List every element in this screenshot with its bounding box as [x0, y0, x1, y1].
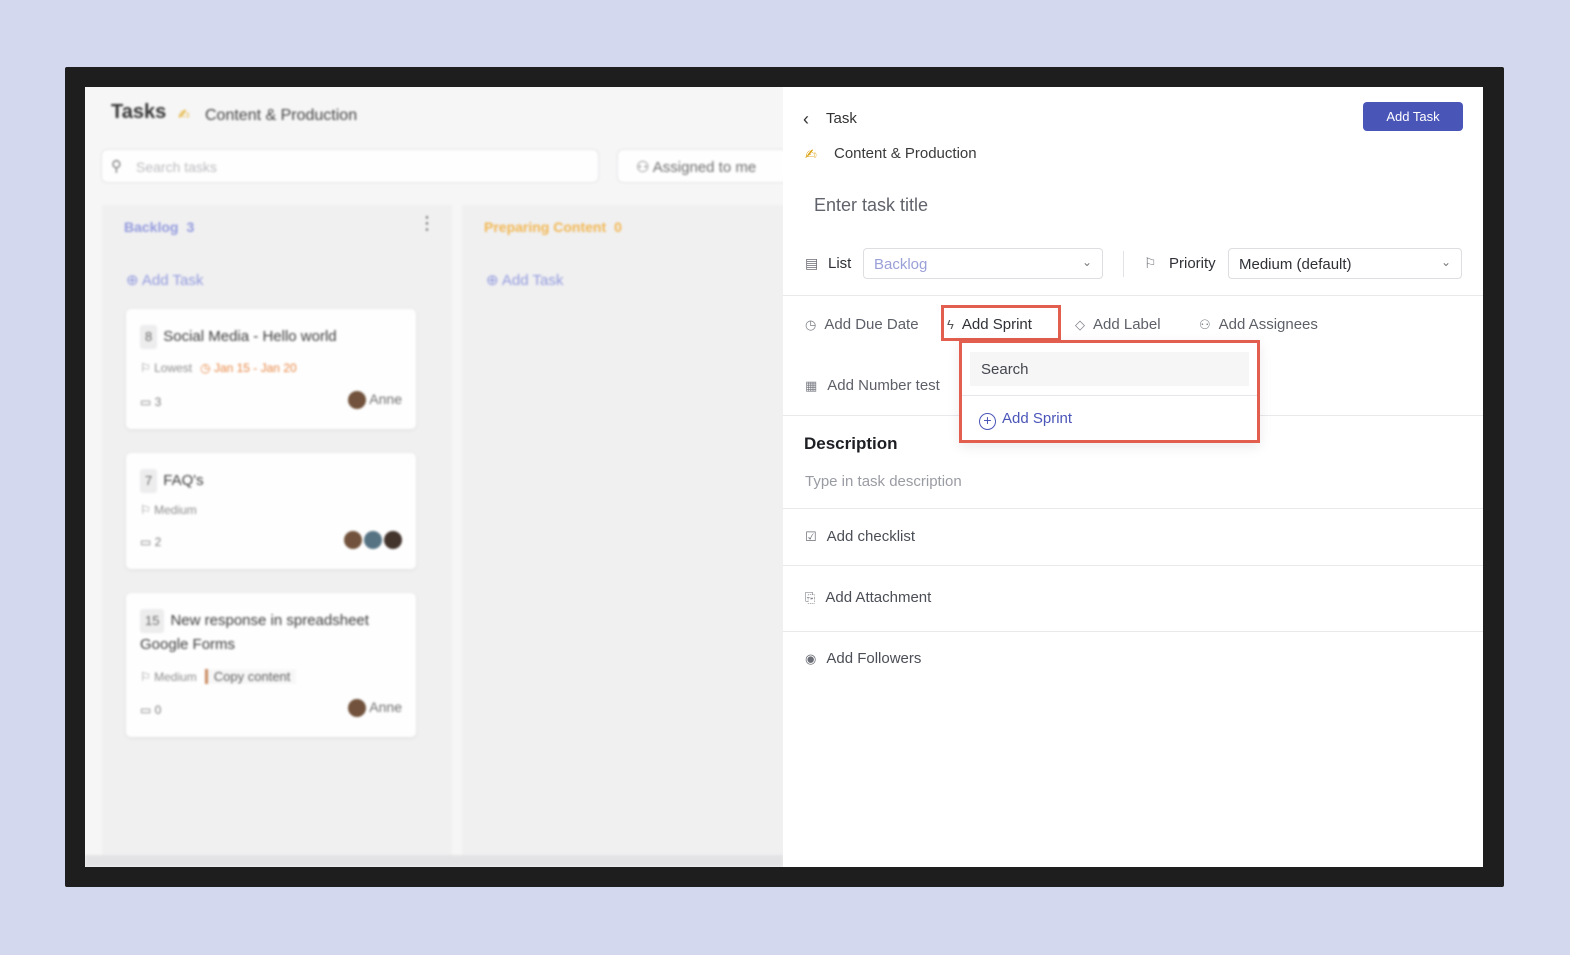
divider: [783, 295, 1483, 296]
user-icon: ⚇: [636, 159, 653, 176]
priority-select[interactable]: Medium (default) ⌄: [1228, 248, 1462, 279]
column-backlog: Backlog 3 ⋮ ⊕ Add Task 8 Social Media - He…: [102, 205, 452, 865]
avatar: [364, 531, 382, 550]
calculator-icon: ▦: [805, 378, 818, 393]
eye-icon: ◉: [805, 651, 817, 666]
avatar: [348, 699, 367, 718]
list-icon: ▤: [805, 255, 819, 271]
avatar: [384, 531, 402, 550]
column-count: 3: [186, 219, 195, 235]
board-title: Tasks: [111, 101, 167, 123]
card-title: 15 New response in spreadsheet Google For…: [140, 609, 402, 657]
add-assignees-button[interactable]: ⚇ Add Assignees: [1199, 316, 1318, 333]
sprint-dropdown: +Add Sprint: [959, 340, 1260, 443]
chevron-down-icon: ⌄: [1081, 255, 1092, 269]
flag-icon: ⚐: [1144, 255, 1157, 271]
user-icon: ⚇: [1199, 317, 1211, 332]
column-menu-icon[interactable]: ⋮: [418, 213, 436, 234]
list-select[interactable]: Backlog ⌄: [863, 248, 1103, 279]
board-search-placeholder: Search tasks: [136, 159, 217, 175]
project-emoji-icon: ✍: [178, 106, 190, 122]
project-name: Content & Production: [834, 145, 977, 162]
divider: [783, 508, 1483, 509]
add-attachment-button[interactable]: ⎘ Add Attachment: [805, 589, 931, 606]
card-meta: ⚐ Medium: [140, 503, 197, 517]
add-due-date-button[interactable]: ◷ Add Due Date: [805, 316, 919, 333]
divider: [783, 565, 1483, 566]
add-task-button[interactable]: Add Task: [1363, 102, 1463, 131]
card-meta: ⚐ Medium Copy content: [140, 669, 297, 684]
add-checklist-button[interactable]: ☑ Add checklist: [805, 528, 915, 545]
card-comments: ▭ 2: [140, 535, 162, 549]
checkbox-icon: ☑: [805, 529, 817, 544]
back-chevron-icon[interactable]: ‹: [803, 109, 809, 130]
task-card[interactable]: 7 FAQ's ⚐ Medium ▭ 2: [126, 453, 416, 569]
card-label: Copy content: [204, 669, 297, 684]
horizontal-scrollbar[interactable]: [85, 855, 783, 867]
divider: [1123, 251, 1124, 277]
chevron-down-icon: ⌄: [1440, 255, 1451, 269]
description-heading: Description: [804, 434, 898, 453]
divider: [962, 395, 1257, 396]
task-title-input[interactable]: [801, 189, 1401, 221]
card-assignee: Anne: [346, 391, 402, 410]
description-input[interactable]: Type in task description: [805, 473, 962, 490]
board-search-input[interactable]: ⚲ Search tasks: [101, 149, 599, 183]
column-header: Backlog 3: [124, 219, 195, 235]
task-card[interactable]: 8 Social Media - Hello world ⚐ Lowest ◷ Ja…: [126, 309, 416, 429]
card-assignees: [342, 531, 402, 550]
column-add-task-button[interactable]: ⊕ Add Task: [486, 271, 563, 289]
clock-icon: ◷: [805, 317, 817, 332]
board-project-name: Content & Production: [205, 107, 358, 124]
dropdown-add-sprint-button[interactable]: + Add Sprint: [979, 410, 1072, 430]
back-label[interactable]: Task: [826, 110, 857, 127]
avatar: [348, 391, 367, 410]
task-card[interactable]: 15 New response in spreadsheet Google For…: [126, 593, 416, 737]
add-sprint-button[interactable]: ϟ Add Sprint: [947, 316, 1032, 333]
card-assignee: Anne: [346, 699, 402, 718]
card-title: 8 Social Media - Hello world: [140, 325, 402, 349]
sprint-search-input[interactable]: [970, 352, 1249, 386]
task-detail-panel: ‹ Task Add Task ✍ Content & Production ▤…: [783, 87, 1483, 867]
add-number-test-button[interactable]: ▦ Add Number test: [805, 377, 940, 394]
column-header: Preparing Content 0: [484, 219, 622, 235]
tag-icon: ◇: [1075, 317, 1085, 332]
divider: [783, 631, 1483, 632]
assigned-to-me-button[interactable]: ⚇ Assigned to me: [617, 149, 783, 183]
column-add-task-button[interactable]: ⊕ Add Task: [126, 271, 203, 289]
search-icon: ⚲: [111, 158, 122, 175]
column-count: 0: [614, 219, 622, 235]
card-comments: ▭ 0: [140, 703, 162, 717]
list-label: List: [828, 255, 852, 272]
priority-select-value: Medium (default): [1239, 256, 1352, 273]
add-followers-button[interactable]: ◉ Add Followers: [805, 650, 921, 667]
list-select-value: Backlog: [874, 256, 928, 273]
avatar: [344, 531, 362, 550]
assigned-label: Assigned to me: [652, 159, 757, 176]
task-board: Tasks ✍ Content & Production ⚲ Search ta…: [85, 87, 783, 867]
add-label-button[interactable]: ◇ Add Label: [1075, 316, 1161, 333]
column-preparing-content: Preparing Content 0 ⊕ Add Task: [462, 205, 783, 865]
card-meta: ⚐ Lowest ◷ Jan 15 - Jan 20: [140, 361, 297, 375]
paperclip-icon: ⎘: [805, 590, 816, 605]
lightning-icon: ϟ: [947, 317, 954, 332]
writing-hand-icon: ✍: [805, 146, 817, 162]
card-title: 7 FAQ's: [140, 469, 402, 493]
priority-label: Priority: [1169, 255, 1216, 272]
plus-circle-icon: +: [979, 413, 996, 430]
card-comments: ▭ 3: [140, 395, 162, 409]
